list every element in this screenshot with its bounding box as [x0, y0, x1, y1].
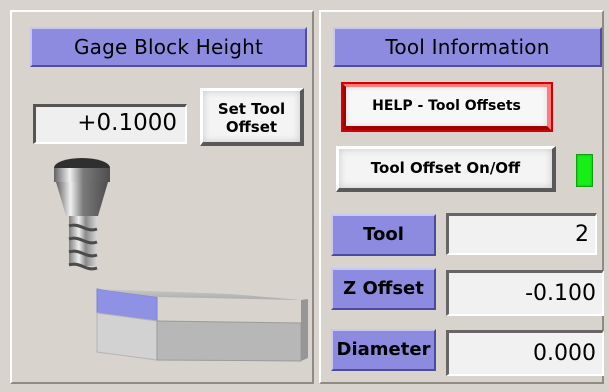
tool-offset-toggle-button[interactable]: Tool Offset On/Off: [336, 146, 556, 192]
set-tool-offset-button[interactable]: Set Tool Offset: [200, 88, 304, 146]
workpiece-front-right-face: [156, 320, 302, 362]
workpiece-side-face: [301, 299, 308, 361]
help-tool-offsets-button[interactable]: HELP - Tool Offsets: [343, 84, 551, 130]
z-offset-field[interactable]: -0.100: [446, 270, 604, 316]
z-offset-label: Z Offset: [331, 268, 436, 310]
tool-offset-status-led: [576, 154, 593, 187]
gage-block-height-header: Gage Block Height: [30, 27, 307, 67]
diameter-label: Diameter: [331, 329, 436, 371]
tool-number-field[interactable]: 2: [446, 213, 597, 255]
tool-holder-shape: [56, 182, 108, 216]
workpiece-front-left-face: [96, 312, 158, 361]
tool-label: Tool: [331, 214, 436, 256]
diameter-field[interactable]: 0.000: [446, 330, 604, 376]
tool-and-gage-block-icon: [54, 158, 308, 362]
spindle-collar-shape: [54, 168, 110, 182]
tool-offset-screen: Gage Block Height Tool Information +0.10…: [0, 0, 609, 392]
gage-block-height-field[interactable]: +0.1000: [33, 104, 187, 144]
tool-information-header: Tool Information: [333, 27, 602, 67]
